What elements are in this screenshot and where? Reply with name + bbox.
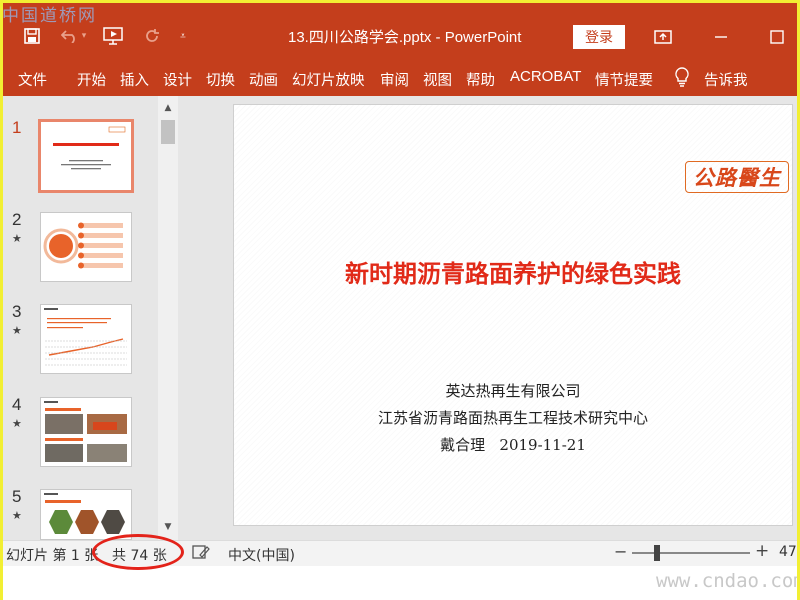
tab-slideshow[interactable]: 幻灯片放映	[292, 69, 365, 90]
slide-title[interactable]: 新时期沥青路面养护的绿色实践	[234, 254, 792, 289]
slide-company[interactable]: 英达热再生有限公司	[234, 380, 792, 401]
slide-thumbnail-5[interactable]	[40, 489, 132, 540]
thumbnail-scrollbar[interactable]: ▲ ▼	[158, 96, 178, 540]
tab-home[interactable]: 开始	[77, 69, 106, 90]
zoom-slider-handle[interactable]	[654, 545, 660, 561]
tab-help[interactable]: 帮助	[466, 69, 495, 90]
slide-author-date[interactable]: 戴合理 2019-11-21	[234, 434, 792, 455]
animation-star-icon: ★	[12, 232, 22, 245]
thumbnail-number: 4	[12, 395, 22, 414]
undo-dropdown-icon[interactable]: ▾	[78, 22, 90, 50]
frame-border-left	[0, 0, 3, 600]
tab-acrobat[interactable]: ACROBAT	[510, 68, 581, 85]
slide-logo: 公路醫生	[685, 161, 789, 193]
thumbnail-number: 3	[12, 302, 22, 321]
thumbnail-number: 1	[12, 118, 22, 137]
notes-proofing-icon[interactable]	[192, 544, 210, 560]
tab-file[interactable]: 文件	[18, 69, 47, 90]
tab-animations[interactable]: 动画	[249, 69, 278, 90]
slideshow-from-beginning-icon[interactable]	[100, 22, 128, 50]
tab-transitions[interactable]: 切换	[206, 69, 235, 90]
login-button[interactable]: 登录	[573, 25, 625, 49]
tab-insert[interactable]: 插入	[120, 69, 149, 90]
slide-research-center[interactable]: 江苏省沥青路面热再生工程技术研究中心	[234, 407, 792, 428]
zoom-slider[interactable]	[632, 552, 750, 554]
zoom-in-icon[interactable]: +	[755, 541, 769, 561]
ribbon-tabs: 文件 开始 插入 设计 切换 动画 幻灯片放映 审阅 视图 帮助 ACROBAT…	[0, 60, 800, 96]
slide-position: 幻灯片 第 1 张	[6, 548, 99, 564]
lightbulb-icon[interactable]	[674, 67, 690, 87]
animation-star-icon: ★	[12, 324, 22, 337]
customize-toolbar-icon[interactable]: ⩡	[176, 22, 190, 50]
current-slide[interactable]: 公路醫生 新时期沥青路面养护的绿色实践 英达热再生有限公司 江苏省沥青路面热再生…	[233, 104, 793, 526]
language-indicator[interactable]: 中文(中国)	[228, 545, 295, 565]
zoom-out-icon[interactable]: −	[614, 542, 627, 561]
frame-border-top	[0, 0, 800, 3]
tab-design[interactable]: 设计	[163, 69, 192, 90]
thumbnail-number: 5	[12, 487, 22, 506]
window-title: 13.四川公路学会.pptx - PowerPoint	[288, 29, 522, 46]
scroll-up-icon[interactable]: ▲	[158, 99, 178, 117]
highlight-ellipse	[92, 534, 184, 570]
slide-thumbnail-1[interactable]	[38, 119, 134, 193]
scrollbar-thumb[interactable]	[161, 120, 175, 144]
save-icon[interactable]	[18, 22, 46, 50]
tell-me-search[interactable]: 告诉我	[704, 69, 748, 90]
thumbnail-number: 2	[12, 210, 22, 229]
animation-star-icon: ★	[12, 417, 22, 430]
tab-view[interactable]: 视图	[423, 69, 452, 90]
minimize-icon[interactable]	[708, 24, 734, 50]
watermark-top: 中国道桥网	[2, 6, 97, 26]
slide-thumbnail-3[interactable]	[40, 304, 132, 374]
tab-storyboarding[interactable]: 情节提要	[595, 69, 653, 90]
redo-icon[interactable]	[138, 22, 166, 50]
slide-thumbnail-2[interactable]	[40, 212, 132, 282]
ribbon-display-options-icon[interactable]	[650, 24, 676, 50]
tab-review[interactable]: 审阅	[380, 69, 409, 90]
maximize-icon[interactable]	[764, 24, 790, 50]
animation-star-icon: ★	[12, 509, 22, 522]
title-bar: ▾ ⩡ 13.四川公路学会.pptx - PowerPoint 登录	[0, 0, 800, 60]
slide-thumbnail-4[interactable]	[40, 397, 132, 467]
scroll-down-icon[interactable]: ▼	[158, 518, 178, 536]
zoom-level[interactable]: 47	[779, 544, 797, 560]
watermark-bottom: www.cndao.com	[656, 570, 800, 592]
